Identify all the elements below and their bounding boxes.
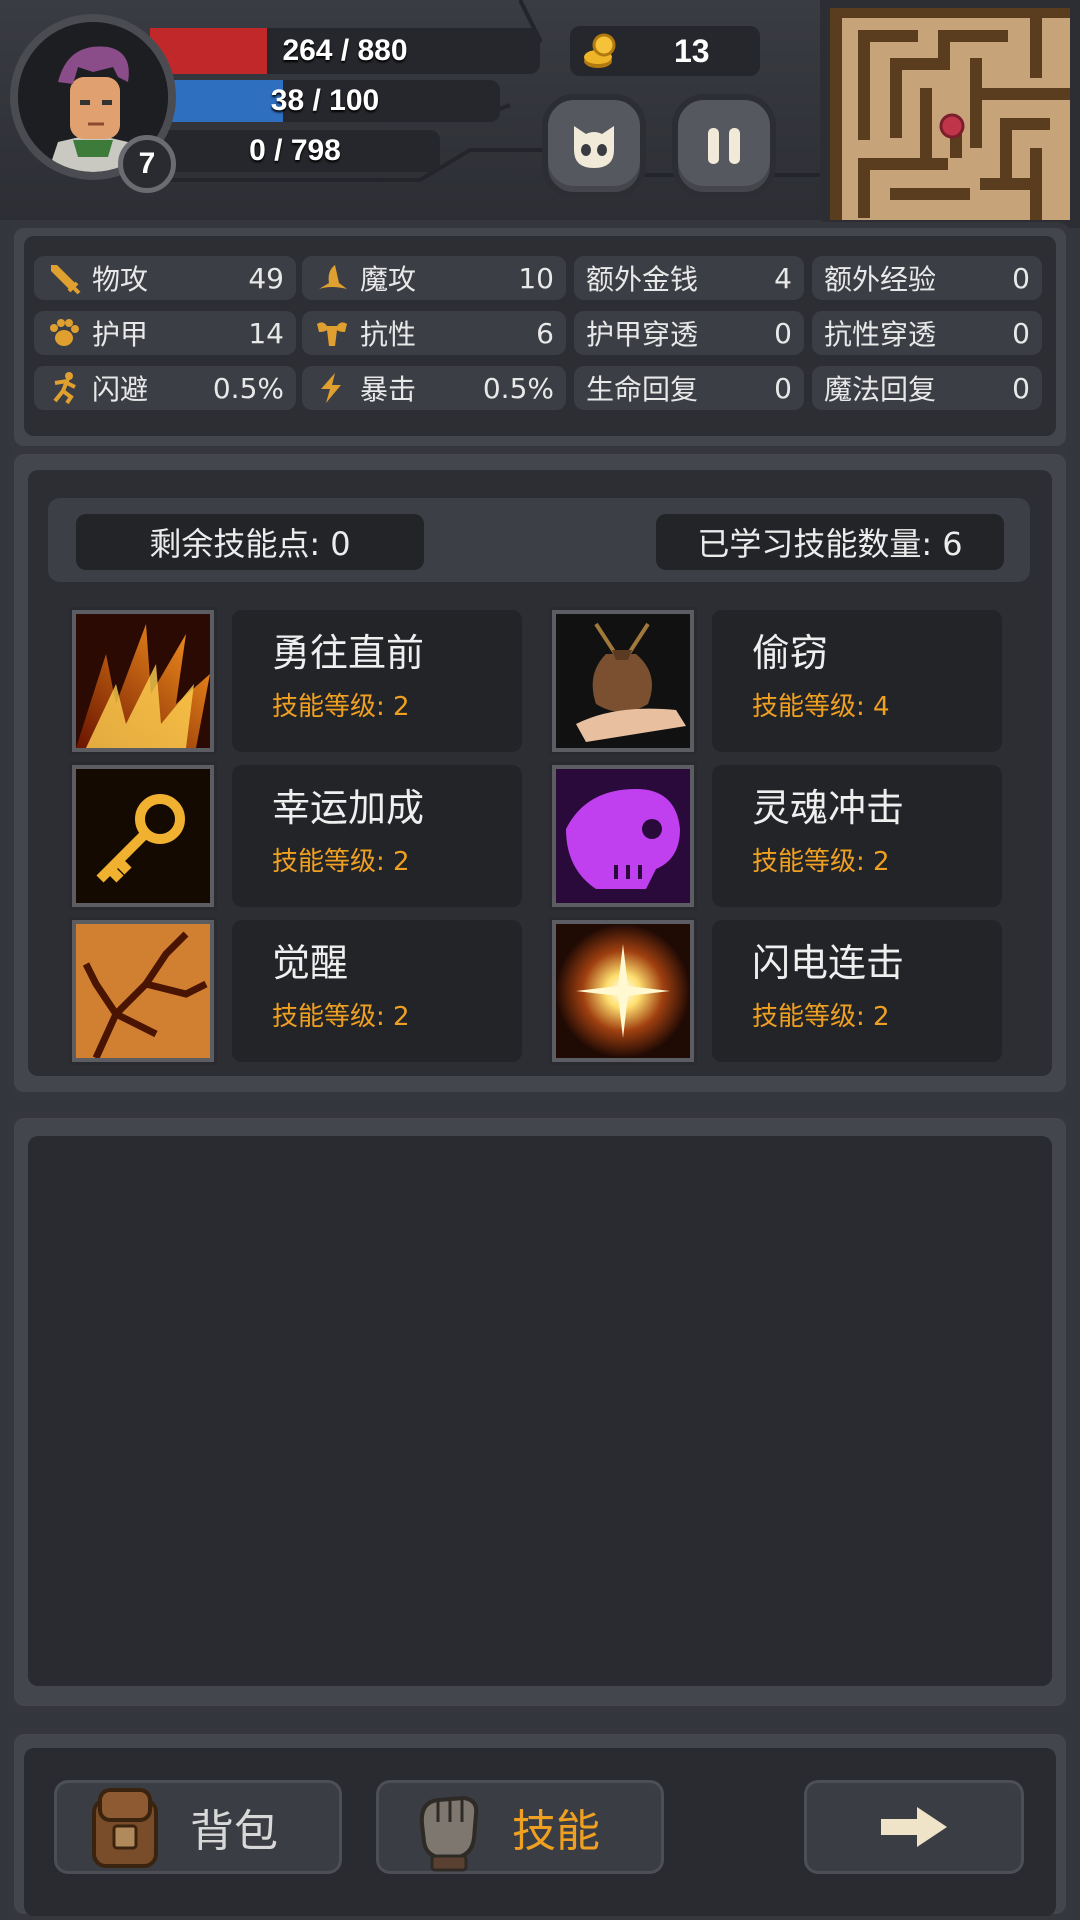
stat-3: 额外金钱 4 (574, 256, 804, 300)
stat-6: 抗性 6 (302, 311, 566, 355)
skill-card[interactable]: 勇往直前技能等级: 2 (232, 610, 522, 752)
skill-level: 技能等级: 2 (752, 847, 890, 877)
skill-name: 勇往直前 (272, 631, 425, 675)
stat-11: 生命回复 0 (574, 366, 804, 410)
skill-level: 技能等级: 2 (272, 692, 410, 722)
sword-icon (44, 258, 84, 298)
golden-key-icon[interactable] (72, 765, 214, 907)
money-bag-hand-icon[interactable] (552, 610, 694, 752)
stat-label: 额外经验 (824, 263, 937, 296)
skill-name: 觉醒 (272, 941, 349, 985)
stat-9: 闪避 0.5% (34, 366, 296, 410)
stat-value: 0.5% (212, 371, 284, 405)
skill-card[interactable]: 觉醒技能等级: 2 (232, 920, 522, 1062)
gold-counter: 13 (570, 26, 760, 76)
hp-bar: 264 / 880 (150, 28, 540, 74)
xp-bar: 0 / 798 (150, 130, 440, 172)
stat-label: 护甲 (92, 318, 149, 351)
stat-label: 暴击 (360, 373, 417, 406)
learned-skill-count: 已学习技能数量: 6 (656, 514, 1004, 570)
lightning-icon (312, 368, 352, 408)
stat-value: 0 (1012, 371, 1030, 405)
skill-level: 技能等级: 2 (272, 1002, 410, 1032)
stat-value: 14 (248, 316, 284, 350)
stat-value: 0 (774, 371, 792, 405)
pause-icon (708, 128, 740, 164)
stat-8: 抗性穿透 0 (812, 311, 1042, 355)
stat-value: 0 (1012, 261, 1030, 295)
bag-button[interactable]: 背包 (48, 1774, 348, 1880)
mp-bar: 38 / 100 (150, 80, 500, 122)
stat-label: 魔攻 (360, 263, 417, 296)
stat-value: 4 (774, 261, 792, 295)
gold-amount: 13 (674, 32, 710, 69)
player-marker (939, 113, 965, 139)
stat-label: 闪避 (92, 373, 149, 406)
maze-map (830, 8, 1070, 220)
monster-guide-button[interactable] (542, 94, 646, 198)
skill-level: 技能等级: 4 (752, 692, 890, 722)
bag-label: 背包 (190, 1806, 278, 1857)
skill-level: 技能等级: 2 (752, 1002, 890, 1032)
running-icon (44, 368, 84, 408)
stat-label: 抗性穿透 (824, 318, 937, 351)
stat-value: 0 (1012, 316, 1030, 350)
skill-name: 灵魂冲击 (752, 786, 905, 830)
stat-label: 魔法回复 (824, 373, 937, 406)
stat-value: 10 (518, 261, 554, 295)
next-button[interactable] (798, 1774, 1030, 1880)
muscle-icon (312, 313, 352, 353)
stat-2: 魔攻 10 (302, 256, 566, 300)
paw-armor-icon (44, 313, 84, 353)
stat-label: 护甲穿透 (586, 318, 699, 351)
xp-text: 0 / 798 (249, 134, 341, 167)
hp-text: 264 / 880 (282, 34, 408, 67)
remaining-skill-points: 剩余技能点: 0 (76, 514, 424, 570)
stat-value: 6 (536, 316, 554, 350)
backpack-icon (92, 1788, 158, 1868)
skill-card[interactable]: 灵魂冲击技能等级: 2 (712, 765, 1002, 907)
skills-label: 技能 (512, 1806, 600, 1857)
stat-7: 护甲穿透 0 (574, 311, 804, 355)
skill-card[interactable]: 偷窃技能等级: 4 (712, 610, 1002, 752)
flame-claw-icon[interactable] (72, 610, 214, 752)
stat-10: 暴击 0.5% (302, 366, 566, 410)
arrow-right-icon (881, 1807, 947, 1847)
level-badge: 7 (118, 135, 176, 193)
pause-button[interactable] (672, 94, 776, 198)
purple-skull-icon[interactable] (552, 765, 694, 907)
stat-1: 物攻 49 (34, 256, 296, 300)
skill-detail-panel (8, 1112, 1072, 1712)
stat-value: 0 (774, 316, 792, 350)
stat-4: 额外经验 0 (812, 256, 1042, 300)
stat-label: 额外金钱 (586, 263, 699, 296)
light-burst-icon[interactable] (552, 920, 694, 1062)
stat-value: 49 (248, 261, 284, 295)
minimap[interactable] (820, 0, 1080, 228)
stat-value: 0.5% (482, 371, 554, 405)
skills-button[interactable]: 技能 (370, 1774, 670, 1880)
stat-label: 物攻 (92, 263, 149, 296)
skill-name: 幸运加成 (272, 786, 425, 830)
stat-label: 抗性 (360, 318, 417, 351)
wizard-hat-icon (312, 258, 352, 298)
skill-card[interactable]: 幸运加成技能等级: 2 (232, 765, 522, 907)
skill-card[interactable]: 闪电连击技能等级: 2 (712, 920, 1002, 1062)
stat-label: 生命回复 (586, 373, 699, 406)
skill-level: 技能等级: 2 (272, 847, 410, 877)
skill-name: 闪电连击 (752, 941, 905, 985)
stat-5: 护甲 14 (34, 311, 296, 355)
gold-coins-icon (584, 33, 616, 68)
stat-12: 魔法回复 0 (812, 366, 1042, 410)
fist-icon (419, 1795, 479, 1872)
monster-guide-icon (574, 126, 614, 168)
fire-branch-icon[interactable] (72, 920, 214, 1062)
mp-text: 38 / 100 (270, 84, 380, 117)
skill-name: 偷窃 (752, 631, 829, 675)
